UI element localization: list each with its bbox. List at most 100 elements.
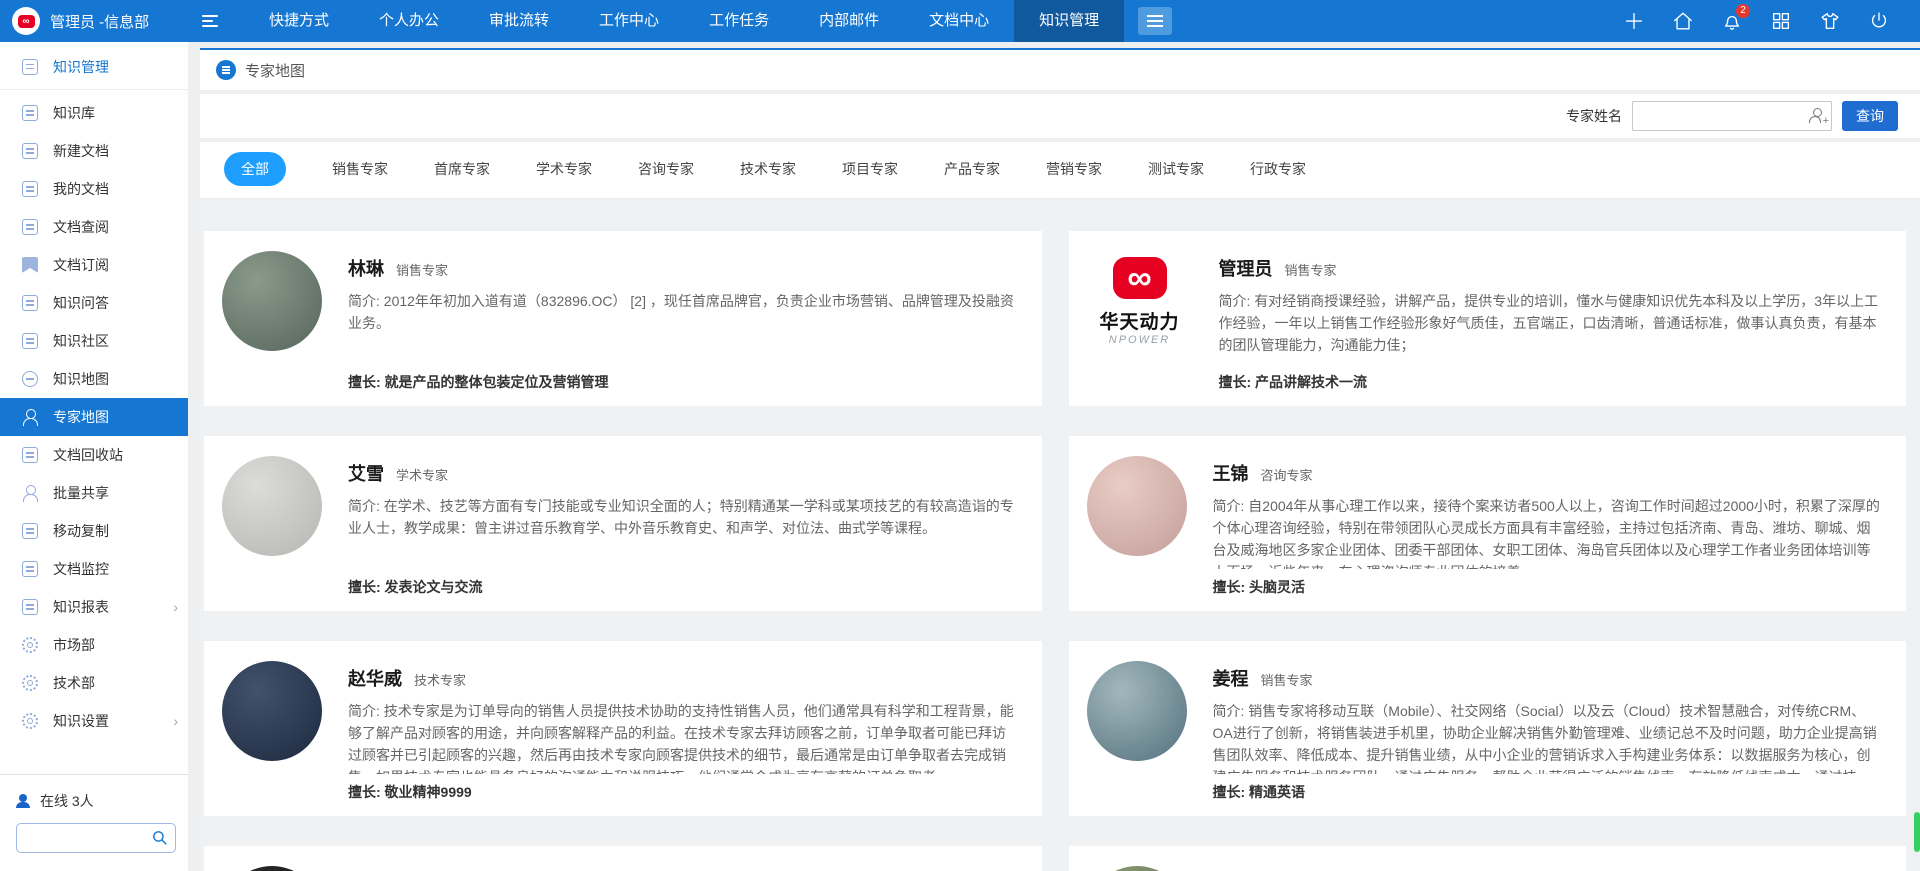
shirt-theme-icon[interactable] <box>1819 10 1841 32</box>
expert-avatar <box>222 866 322 871</box>
sidebar-item-label: 知识问答 <box>53 293 109 313</box>
chevron-right-icon: › <box>173 713 178 729</box>
sidebar-item[interactable]: 批量共享 <box>0 474 188 512</box>
top-navbar: ∞ 管理员 -信息部 快捷方式个人办公审批流转工作中心工作任务内部邮件文档中心知… <box>0 0 1920 42</box>
category-tab[interactable]: 学术专家 <box>536 159 592 179</box>
plus-icon[interactable] <box>1623 10 1645 32</box>
sidebar-item[interactable]: 市场部 <box>0 626 188 664</box>
top-menu-item[interactable]: 审批流转 <box>464 0 574 42</box>
expert-card[interactable]: 李国天测试专家 <box>204 846 1042 871</box>
expert-avatar <box>222 661 322 761</box>
sidebar-item-label: 市场部 <box>53 635 95 655</box>
search-input-wrap <box>1632 101 1832 131</box>
expert-name: 赵华威 <box>348 665 402 691</box>
expert-title-row: 林琳销售专家 <box>348 255 1016 281</box>
sidebar-item[interactable]: 我的文档 <box>0 170 188 208</box>
sidebar-item[interactable]: 文档监控 <box>0 550 188 588</box>
online-users: 在线 3人 <box>16 791 176 811</box>
category-tab[interactable]: 全部 <box>224 152 286 186</box>
expert-intro: 简介: 在学术、技艺等方面有专门技能或专业知识全面的人；特别精通某一学科或某项技… <box>348 495 1016 539</box>
sidebar-item-label: 知识库 <box>53 103 95 123</box>
expert-card[interactable]: 刘东学术专家 <box>1069 846 1907 871</box>
category-tab[interactable]: 项目专家 <box>842 159 898 179</box>
briefcase-icon <box>22 59 38 75</box>
notification-badge: 2 <box>1736 4 1750 18</box>
expert-category: 学术专家 <box>396 465 448 484</box>
home-icon[interactable] <box>1672 10 1694 32</box>
top-menu-item[interactable]: 个人办公 <box>354 0 464 42</box>
expert-name: 王锦 <box>1213 460 1249 486</box>
expert-card[interactable]: 王锦咨询专家简介: 自2004年从事心理工作以来，接待个案来访者500人以上，咨… <box>1069 436 1907 611</box>
sidebar-item[interactable]: 专家地图 <box>0 398 188 436</box>
expert-skill: 擅长: 就是产品的整体包装定位及营销管理 <box>348 364 1016 392</box>
copy-icon <box>22 523 38 539</box>
sidebar-item[interactable]: 新建文档 <box>0 132 188 170</box>
top-menu-item[interactable]: 内部邮件 <box>794 0 904 42</box>
sidebar-item[interactable]: 知识问答 <box>0 284 188 322</box>
expert-title-row: 王锦咨询专家 <box>1213 460 1881 486</box>
sidebar-item[interactable]: 知识管理 <box>0 44 188 90</box>
expert-info: 林琳销售专家简介: 2012年年初加入道有道（832896.OC） [2] ，现… <box>348 249 1016 392</box>
trash-icon <box>22 447 38 463</box>
sidebar-item[interactable]: 知识设置› <box>0 702 188 740</box>
category-tab[interactable]: 产品专家 <box>944 159 1000 179</box>
brand-subtitle: NPOWER <box>1109 334 1171 346</box>
sidebar-item-label: 技术部 <box>53 673 95 693</box>
expert-name: 姜程 <box>1213 665 1249 691</box>
sidebar-item-label: 文档订阅 <box>53 255 109 275</box>
sidebar-item-label: 知识社区 <box>53 331 109 351</box>
expert-card[interactable]: 艾雪学术专家简介: 在学术、技艺等方面有专门技能或专业知识全面的人；特别精通某一… <box>204 436 1042 611</box>
category-tab[interactable]: 技术专家 <box>740 159 796 179</box>
sidebar-item[interactable]: 知识社区 <box>0 322 188 360</box>
category-tab[interactable]: 首席专家 <box>434 159 490 179</box>
search-icon[interactable] <box>151 829 168 851</box>
top-menu-item[interactable]: 工作任务 <box>684 0 794 42</box>
expert-name-input[interactable] <box>1632 101 1832 131</box>
top-menu-item[interactable]: 工作中心 <box>574 0 684 42</box>
bell-icon[interactable]: 2 <box>1721 10 1743 32</box>
expert-name: 林琳 <box>348 255 384 281</box>
expert-intro: 简介: 销售专家将移动互联（Mobile）、社交网络（Social）以及云（Cl… <box>1213 700 1881 774</box>
page: ∞ 管理员 -信息部 快捷方式个人办公审批流转工作中心工作任务内部邮件文档中心知… <box>0 0 1920 871</box>
category-tab[interactable]: 销售专家 <box>332 159 388 179</box>
expert-card[interactable]: 林琳销售专家简介: 2012年年初加入道有道（832896.OC） [2] ，现… <box>204 231 1042 406</box>
expert-card[interactable]: 赵华威技术专家简介: 技术专家是为订单导向的销售人员提供技术协助的支持性销售人员… <box>204 641 1042 816</box>
top-menu-item[interactable]: 快捷方式 <box>244 0 354 42</box>
expert-skill: 擅长: 敬业精神9999 <box>348 774 1016 802</box>
more-menu-icon[interactable] <box>1138 7 1172 35</box>
apps-grid-icon[interactable] <box>1770 10 1792 32</box>
sidebar-item[interactable]: 移动复制 <box>0 512 188 550</box>
top-menu-item[interactable]: 知识管理 <box>1014 0 1124 42</box>
category-tab[interactable]: 营销专家 <box>1046 159 1102 179</box>
scrollbar-thumb[interactable] <box>1914 812 1920 852</box>
sidebar-item[interactable]: 知识地图 <box>0 360 188 398</box>
expert-title-row: 艾雪学术专家 <box>348 460 1016 486</box>
category-tab[interactable]: 行政专家 <box>1250 159 1306 179</box>
add-person-icon[interactable] <box>1809 108 1825 124</box>
expert-name: 管理员 <box>1219 255 1273 281</box>
sidebar-item[interactable]: 知识报表› <box>0 588 188 626</box>
expert-card[interactable]: 姜程销售专家简介: 销售专家将移动互联（Mobile）、社交网络（Social）… <box>1069 641 1907 816</box>
navbar-left: ∞ 管理员 -信息部 <box>0 7 188 35</box>
sidebar-item[interactable]: 文档查阅 <box>0 208 188 246</box>
sidebar-item[interactable]: 文档订阅 <box>0 246 188 284</box>
top-menu-item[interactable]: 文档中心 <box>904 0 1014 42</box>
sidebar-item[interactable]: 技术部 <box>0 664 188 702</box>
report-icon <box>22 599 38 615</box>
main-area: 专家地图 专家姓名 查询 全部销售专家首席专家学术专家咨询专家技术专家项目专家产… <box>200 42 1920 871</box>
category-tab[interactable]: 咨询专家 <box>638 159 694 179</box>
expert-info: 李国天测试专家 <box>348 864 1016 871</box>
power-icon[interactable] <box>1868 10 1890 32</box>
expert-name: 艾雪 <box>348 460 384 486</box>
library-icon <box>22 105 38 121</box>
expert-card[interactable]: ∞华天动力NPOWER管理员销售专家简介: 有对经销商授课经验，讲解产品，提供专… <box>1069 231 1907 406</box>
sidebar-item[interactable]: 知识库 <box>0 94 188 132</box>
sidebar-item[interactable]: 文档回收站 <box>0 436 188 474</box>
category-tab[interactable]: 测试专家 <box>1148 159 1204 179</box>
community-icon <box>22 333 38 349</box>
brand-name: 华天动力 <box>1099 307 1179 334</box>
page-title: 专家地图 <box>245 60 305 81</box>
gear-icon <box>22 637 38 653</box>
query-button[interactable]: 查询 <box>1842 101 1898 131</box>
sidebar-toggle-icon[interactable] <box>202 12 218 30</box>
